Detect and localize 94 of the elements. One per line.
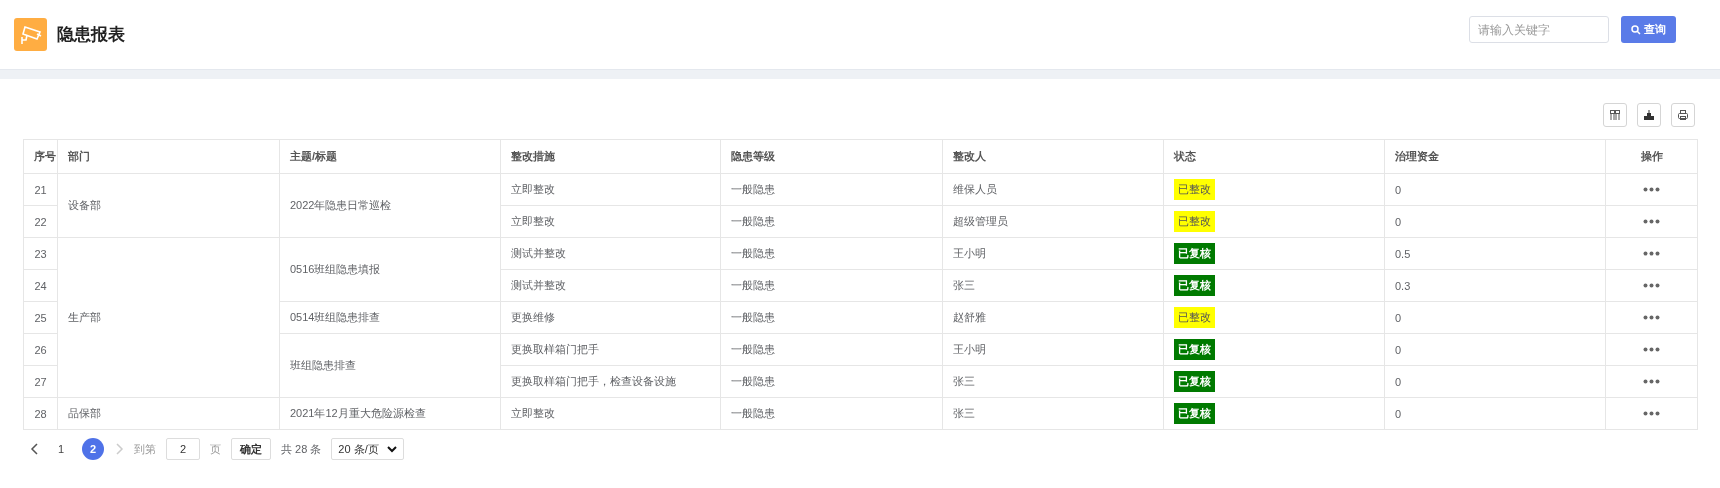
page-unit-label: 页 (210, 441, 221, 457)
table-cell: 王小明 (942, 333, 1164, 366)
more-icon[interactable] (1643, 379, 1660, 384)
table-cell: 王小明 (942, 237, 1164, 270)
table-cell: 0 (1384, 301, 1606, 334)
columns-button[interactable] (1603, 103, 1627, 127)
more-icon[interactable] (1643, 411, 1660, 416)
table-cell: 一般隐患 (720, 301, 943, 334)
page-button[interactable]: 2 (82, 438, 104, 460)
status-tag: 已整改 (1174, 307, 1215, 328)
table-cell: 一般隐患 (720, 365, 943, 398)
camera-icon (14, 18, 47, 51)
total-count: 共 28 条 (281, 441, 322, 457)
columns-icon (1609, 109, 1621, 121)
table-cell: 赵舒雅 (942, 301, 1164, 334)
table-cell: 0 (1384, 173, 1606, 206)
more-icon[interactable] (1643, 315, 1660, 320)
table-cell: 0514班组隐患排查 (279, 301, 501, 334)
status-tag: 已复核 (1174, 371, 1215, 392)
column-header: 整改措施 (500, 139, 721, 174)
more-icon[interactable] (1643, 187, 1660, 192)
print-button[interactable] (1671, 103, 1695, 127)
column-header: 序号 (23, 139, 58, 174)
column-header: 整改人 (942, 139, 1164, 174)
more-icon[interactable] (1643, 347, 1660, 352)
table-cell: 测试并整改 (500, 237, 721, 270)
column-header: 操作 (1605, 139, 1698, 174)
page-input[interactable]: 2 (166, 438, 200, 460)
table-cell: 生产部 (57, 237, 280, 398)
column-header: 状态 (1163, 139, 1385, 174)
table-cell: 更换维修 (500, 301, 721, 334)
table-cell: 品保部 (57, 397, 280, 430)
page-title: 隐患报表 (57, 24, 125, 46)
table-cell: 2021年12月重大危险源检查 (279, 397, 501, 430)
more-icon[interactable] (1643, 283, 1660, 288)
table-cell: 21 (23, 173, 58, 206)
table-cell: 0 (1384, 365, 1606, 398)
table-cell: 27 (23, 365, 58, 398)
table-cell: 张三 (942, 269, 1164, 302)
table-cell: 0 (1384, 397, 1606, 430)
export-button[interactable] (1637, 103, 1661, 127)
table-cell: 0 (1384, 333, 1606, 366)
table-cell: 立即整改 (500, 205, 721, 238)
table-cell: 一般隐患 (720, 237, 943, 270)
column-header: 主题/标题 (279, 139, 501, 174)
status-tag: 已整改 (1174, 179, 1215, 200)
table-cell: 0.5 (1384, 237, 1606, 270)
table-cell: 0 (1384, 205, 1606, 238)
search-icon (1631, 24, 1641, 35)
table-cell: 一般隐患 (720, 269, 943, 302)
table-cell: 立即整改 (500, 173, 721, 206)
table-cell: 更换取样箱门把手 (500, 333, 721, 366)
table-cell: 维保人员 (942, 173, 1164, 206)
column-header: 隐患等级 (720, 139, 943, 174)
more-icon[interactable] (1643, 251, 1660, 256)
table-cell: 一般隐患 (720, 397, 943, 430)
column-header: 治理资金 (1384, 139, 1606, 174)
export-icon (1643, 109, 1655, 121)
table-cell: 0.3 (1384, 269, 1606, 302)
status-tag: 已复核 (1174, 403, 1215, 424)
status-tag: 已复核 (1174, 243, 1215, 264)
confirm-button[interactable]: 确定 (231, 438, 271, 460)
table-cell: 0516班组隐患填报 (279, 237, 501, 302)
more-icon[interactable] (1643, 219, 1660, 224)
table-cell: 一般隐患 (720, 333, 943, 366)
table-cell: 超级管理员 (942, 205, 1164, 238)
prev-page-button[interactable] (30, 442, 40, 456)
table-cell: 设备部 (57, 173, 280, 238)
page-size-select[interactable]: 20 条/页 (331, 438, 404, 460)
table-cell: 一般隐患 (720, 205, 943, 238)
table-cell: 更换取样箱门把手，检查设备设施 (500, 365, 721, 398)
search-button[interactable]: 查询 (1621, 16, 1676, 43)
table-cell: 25 (23, 301, 58, 334)
column-header: 部门 (57, 139, 280, 174)
table-cell: 23 (23, 237, 58, 270)
table-cell: 立即整改 (500, 397, 721, 430)
search-field[interactable]: 请输入关键字 (1469, 16, 1609, 43)
table-cell: 24 (23, 269, 58, 302)
page-button[interactable]: 1 (50, 438, 72, 460)
goto-label: 到第 (134, 441, 156, 457)
table-cell: 26 (23, 333, 58, 366)
print-icon (1677, 109, 1689, 121)
table-cell: 班组隐患排查 (279, 333, 501, 398)
table-cell: 张三 (942, 365, 1164, 398)
table-cell: 2022年隐患日常巡检 (279, 173, 501, 238)
table-cell: 张三 (942, 397, 1164, 430)
status-tag: 已复核 (1174, 275, 1215, 296)
status-tag: 已整改 (1174, 211, 1215, 232)
chevron-down-icon (386, 445, 397, 453)
status-tag: 已复核 (1174, 339, 1215, 360)
table-cell: 一般隐患 (720, 173, 943, 206)
table-cell: 28 (23, 397, 58, 430)
table-cell: 22 (23, 205, 58, 238)
table-cell: 测试并整改 (500, 269, 721, 302)
